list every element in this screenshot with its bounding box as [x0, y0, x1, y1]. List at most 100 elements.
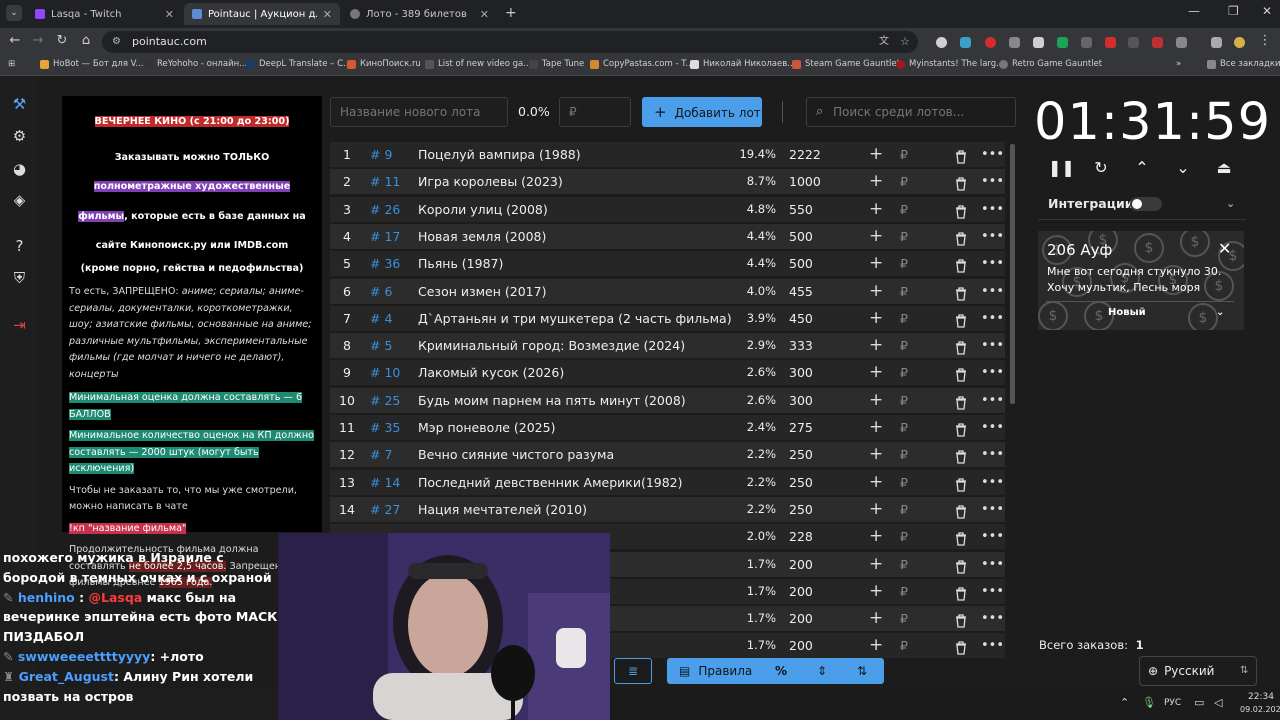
trash-icon[interactable]	[954, 311, 968, 328]
trash-icon[interactable]	[954, 638, 968, 656]
trash-icon[interactable]	[954, 584, 968, 601]
add-amount-icon[interactable]: +	[869, 251, 883, 276]
lot-amount[interactable]: 450	[789, 306, 813, 331]
lot-amount[interactable]: 500	[789, 224, 813, 249]
lot-name[interactable]: Лакомый кусок (2026)	[418, 360, 564, 385]
table-row[interactable]: 4 # 17 Новая земля (2008) 4.4% 500 + ₽ •••	[330, 223, 1005, 249]
lot-name[interactable]: Будь моим парнем на пять минут (2008)	[418, 388, 686, 413]
more-options-icon[interactable]: •••	[981, 497, 1004, 522]
maximize-window-button[interactable]: ❐	[1228, 4, 1239, 18]
lot-id[interactable]: # 27	[370, 497, 400, 522]
add-amount-icon[interactable]: +	[869, 524, 883, 549]
lots-scrollbar[interactable]	[1010, 144, 1015, 404]
chevron-up-double-icon[interactable]: ⏏	[1213, 158, 1235, 177]
home-icon[interactable]: ⌂	[77, 33, 95, 48]
close-tab-icon[interactable]: ✕	[323, 8, 332, 21]
language-select[interactable]: ⊕ Русский ⇅	[1139, 656, 1257, 686]
pause-icon[interactable]: ❚❚	[1048, 158, 1075, 177]
tab-search-button[interactable]: ⌄	[6, 5, 22, 21]
trash-icon[interactable]	[954, 202, 968, 219]
more-options-icon[interactable]: •••	[981, 552, 1004, 577]
microphone-icon[interactable]: 🎙	[1142, 696, 1156, 709]
puzzle-icon[interactable]	[1176, 37, 1187, 48]
extension-icon[interactable]	[1033, 37, 1044, 48]
bookmark-item[interactable]: Николай Николаев...	[690, 59, 795, 69]
menu-icon[interactable]: ⋮	[1256, 33, 1274, 48]
add-amount-icon[interactable]: +	[869, 142, 883, 167]
more-options-icon[interactable]: •••	[981, 197, 1004, 222]
back-icon[interactable]: ←	[6, 33, 24, 48]
lot-amount[interactable]: 300	[789, 388, 813, 413]
lot-amount[interactable]: 200	[789, 579, 813, 604]
volume-icon[interactable]: ◁	[1214, 696, 1222, 709]
more-options-icon[interactable]: •••	[981, 388, 1004, 413]
lot-amount-input[interactable]	[559, 97, 631, 127]
trash-icon[interactable]	[954, 502, 968, 519]
more-options-icon[interactable]: •••	[981, 279, 1004, 304]
lot-amount[interactable]: 250	[789, 442, 813, 467]
search-input[interactable]	[833, 98, 1013, 126]
more-options-icon[interactable]: •••	[981, 415, 1004, 440]
extension-icon[interactable]	[985, 37, 996, 48]
more-options-icon[interactable]: •••	[981, 579, 1004, 604]
more-options-icon[interactable]: •••	[981, 169, 1004, 194]
bookmark-item[interactable]: List of new video ga...	[425, 59, 531, 69]
more-options-icon[interactable]: •••	[981, 251, 1004, 276]
tab-loto[interactable]: Лото - 389 билетов ✕	[342, 3, 497, 25]
wheel-icon[interactable]: ◕	[10, 160, 29, 179]
trash-icon[interactable]	[954, 611, 968, 628]
input-language[interactable]: РУС	[1164, 698, 1181, 708]
trash-icon[interactable]	[954, 256, 968, 273]
lot-name[interactable]: Вечно сияние чистого разума	[418, 442, 614, 467]
lot-id[interactable]: # 9	[370, 142, 392, 167]
add-amount-icon[interactable]: +	[869, 470, 883, 495]
network-icon[interactable]: ▭	[1194, 696, 1204, 709]
bookmark-item[interactable]: Steam Game Gauntlet	[792, 59, 900, 69]
lot-name[interactable]: Короли улиц (2008)	[418, 197, 548, 222]
lot-id[interactable]: # 17	[370, 224, 400, 249]
tab-twitch[interactable]: Lasqa - Twitch ✕	[27, 3, 182, 25]
add-amount-icon[interactable]: +	[869, 224, 883, 249]
add-lot-button[interactable]: + Добавить лот	[642, 97, 762, 127]
add-amount-icon[interactable]: +	[869, 497, 883, 522]
rules-button[interactable]: ▤ Правила % ⇕ ⇅	[667, 658, 884, 684]
extension-icon[interactable]	[936, 37, 947, 48]
translate-icon[interactable]: 文	[879, 31, 889, 53]
add-amount-icon[interactable]: +	[869, 442, 883, 467]
logout-icon[interactable]: ⇥	[10, 316, 29, 335]
bookmark-item[interactable]: CopyPastas.com - T...	[590, 59, 694, 69]
table-row[interactable]: 7 # 4 Д`Артаньян и три мушкетера (2 часть …	[330, 305, 1005, 331]
table-row[interactable]: 5 # 36 Пьянь (1987) 4.4% 500 + ₽ •••	[330, 251, 1005, 277]
more-options-icon[interactable]: •••	[981, 333, 1004, 358]
extension-icon[interactable]	[1009, 37, 1020, 48]
add-amount-icon[interactable]: +	[869, 333, 883, 358]
reset-icon[interactable]: ↻	[1090, 158, 1112, 177]
auction-hammer-icon[interactable]: ⚒	[10, 95, 29, 114]
bookmark-item[interactable]: DeepL Translate – C...	[246, 59, 351, 69]
settings-gear-icon[interactable]: ⚙	[10, 127, 29, 146]
help-icon[interactable]: ?	[10, 237, 29, 256]
tray-expand-icon[interactable]: ⌃	[1120, 696, 1129, 709]
close-tab-icon[interactable]: ✕	[480, 8, 489, 21]
lot-amount[interactable]: 228	[789, 524, 813, 549]
bookmark-item[interactable]: HoBot — Бот для V...	[40, 59, 144, 69]
integrations-section[interactable]: Интеграции ⌄	[1038, 190, 1246, 220]
add-amount-icon[interactable]: +	[869, 197, 883, 222]
lot-id[interactable]: # 35	[370, 415, 400, 440]
bookmark-item[interactable]: ReYohoho - онлайн...	[144, 59, 247, 69]
clock-time[interactable]: 22:34	[1248, 692, 1274, 702]
lot-name[interactable]: Нация мечтателей (2010)	[418, 497, 587, 522]
table-row[interactable]: 1 # 9 Поцелуй вампира (1988) 19.4% 2222 + ₽ •••	[330, 142, 1005, 167]
trash-icon[interactable]	[954, 557, 968, 574]
all-bookmarks-folder[interactable]: Все закладки	[1207, 59, 1280, 69]
lot-amount[interactable]: 1000	[789, 169, 821, 194]
clock-date[interactable]: 09.02.2026	[1240, 705, 1280, 714]
bookmark-item[interactable]: Retro Game Gauntlet	[999, 59, 1102, 69]
extension-icon[interactable]	[1057, 37, 1068, 48]
lot-name[interactable]: Д`Артаньян и три мушкетера (2 часть филь…	[418, 306, 732, 331]
add-amount-icon[interactable]: +	[869, 579, 883, 604]
lot-id[interactable]: # 25	[370, 388, 400, 413]
lot-amount[interactable]: 200	[789, 606, 813, 631]
lot-name[interactable]: Игра королевы (2023)	[418, 169, 563, 194]
media-icon[interactable]	[1211, 37, 1222, 48]
